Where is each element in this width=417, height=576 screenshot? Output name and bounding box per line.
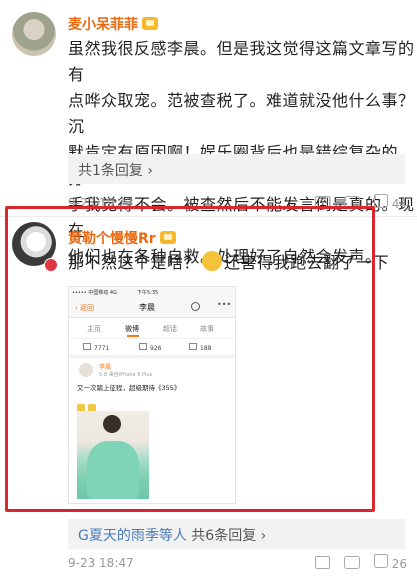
crown-icon — [142, 17, 158, 30]
comment-icon[interactable] — [343, 556, 360, 569]
like-count: 44 — [391, 197, 407, 211]
reply-user-link[interactable]: G夏天的雨季等人 — [78, 528, 187, 544]
reply-summary[interactable]: G夏天的雨季等人 共6条回复 › — [78, 525, 266, 545]
reply-summary-box[interactable]: 共1条回复 › — [68, 154, 405, 184]
like-icon[interactable] — [373, 194, 388, 208]
avatar[interactable] — [12, 12, 56, 56]
share-icon[interactable] — [314, 556, 330, 569]
username-label[interactable]: 麦小呆菲菲 — [68, 17, 138, 33]
username-comment1[interactable]: 麦小呆菲菲 — [68, 14, 158, 34]
reply-summary[interactable]: 共1条回复 › — [78, 160, 153, 180]
comment-actions: 26 — [314, 554, 407, 571]
like-icon[interactable] — [373, 554, 388, 568]
like-button[interactable]: 26 — [373, 554, 407, 571]
like-count: 26 — [391, 557, 407, 571]
highlight-frame — [5, 206, 375, 512]
reply-summary-box[interactable]: G夏天的雨季等人 共6条回复 › — [68, 519, 405, 549]
like-button[interactable]: 44 — [373, 194, 407, 211]
timestamp: 9-23 18:47 — [68, 556, 134, 570]
reply-count[interactable]: 共6条回复 › — [187, 528, 266, 544]
